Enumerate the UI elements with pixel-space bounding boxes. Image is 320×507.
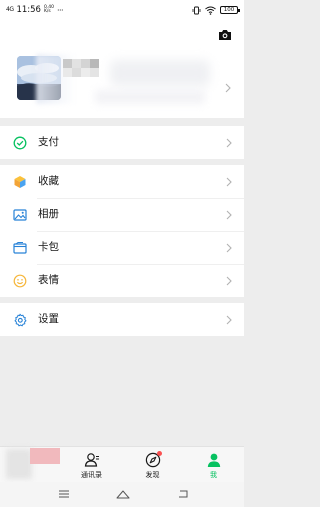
chevron-right-icon — [225, 83, 231, 93]
pay-check-icon — [13, 136, 27, 150]
menu-label-favorites: 收藏 — [38, 175, 59, 187]
name-mosaic-block — [81, 59, 90, 68]
name-mosaic-block — [81, 68, 90, 77]
gear-icon — [14, 313, 27, 327]
system-nav-bar — [0, 482, 244, 507]
tab-me[interactable]: 我 — [183, 447, 244, 483]
menu-item-cards[interactable]: 卡包 — [0, 231, 244, 264]
menu-item-album[interactable]: 相册 — [0, 198, 244, 231]
menu-item-pay[interactable]: 支付 — [0, 126, 244, 159]
contacts-icon — [84, 453, 99, 467]
menu-icon[interactable] — [57, 488, 71, 500]
menu-group-content: 收藏 相册 卡包 表情 — [0, 165, 244, 297]
wechat-id-privacy-blur — [95, 90, 205, 104]
camera-icon[interactable] — [218, 29, 232, 41]
tab-privacy-blur — [6, 449, 32, 479]
tab-label-me: 我 — [210, 471, 217, 479]
signal-indicator: 4G — [6, 6, 14, 13]
network-speed: 0.40 K/s — [43, 4, 54, 14]
menu-label-album: 相册 — [38, 208, 59, 220]
menu-label-stickers: 表情 — [38, 274, 59, 286]
bottom-tab-bar: 通讯录 发现 我 — [0, 446, 244, 482]
name-mosaic-block — [63, 68, 72, 77]
chevron-right-icon — [226, 210, 232, 220]
home-icon[interactable] — [115, 488, 131, 500]
name-mosaic-block — [63, 59, 72, 68]
tab-label-discover: 发现 — [145, 471, 160, 479]
chevron-right-icon — [226, 138, 232, 148]
tab-label-contacts: 通讯录 — [81, 471, 102, 479]
menu-label-cards: 卡包 — [38, 241, 59, 253]
name-mosaic-block — [72, 59, 81, 68]
me-icon — [207, 453, 220, 467]
menu-label-pay: 支付 — [38, 136, 59, 148]
discover-badge-dot — [157, 451, 162, 456]
more-notifications: ··· — [56, 5, 64, 15]
tab-discover[interactable]: 发现 — [122, 447, 183, 483]
tab-contacts[interactable]: 通讯录 — [61, 447, 122, 483]
name-mosaic-block — [72, 68, 81, 77]
menu-group-settings: 设置 — [0, 303, 244, 336]
chevron-right-icon — [226, 276, 232, 286]
smiley-icon — [13, 274, 27, 288]
chevron-right-icon — [226, 315, 232, 325]
tab-privacy-blur-pink — [30, 448, 60, 464]
wallet-icon — [13, 242, 27, 254]
menu-item-stickers[interactable]: 表情 — [0, 264, 244, 297]
album-picture-icon — [13, 209, 27, 221]
vibrate-icon — [192, 6, 201, 14]
name-mosaic-block — [90, 68, 99, 77]
status-time: 11:56 — [16, 5, 41, 15]
menu-group-pay: 支付 — [0, 126, 244, 159]
menu-item-favorites[interactable]: 收藏 — [0, 165, 244, 198]
nickname-privacy-blur — [110, 60, 210, 86]
chevron-right-icon — [226, 177, 232, 187]
wechat-me-screen: 4G 11:56 0.40 K/s ··· 100 支付 收藏 相册 卡包 表情… — [0, 0, 244, 507]
chevron-right-icon — [226, 243, 232, 253]
back-icon[interactable] — [176, 488, 190, 500]
battery-indicator: 100 — [220, 6, 240, 14]
name-mosaic-block — [90, 59, 99, 68]
profile-header[interactable] — [0, 20, 244, 118]
menu-label-settings: 设置 — [38, 313, 59, 325]
menu-item-settings[interactable]: 设置 — [0, 303, 244, 336]
favorites-cube-icon — [14, 176, 26, 188]
status-bar: 4G 11:56 0.40 K/s ··· 100 — [0, 0, 244, 20]
wifi-icon — [205, 6, 216, 15]
